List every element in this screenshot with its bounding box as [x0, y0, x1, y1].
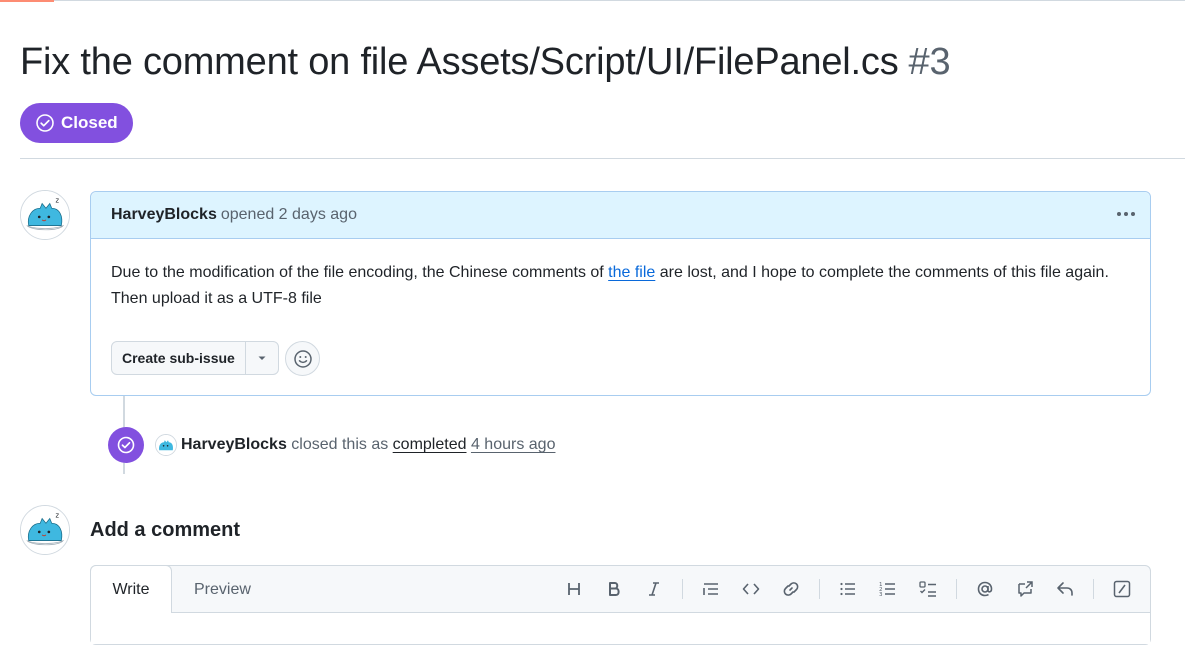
- current-user-avatar[interactable]: z: [20, 505, 70, 555]
- toolbar-separator: [956, 579, 957, 599]
- comment-header: HarveyBlocks opened 2 days ago: [91, 192, 1150, 239]
- list-unordered-icon: [840, 582, 855, 596]
- check-circle-icon: [117, 436, 135, 454]
- toolbar-separator: [682, 579, 683, 599]
- closed-event-badge: [108, 427, 144, 463]
- author-avatar[interactable]: z: [20, 190, 70, 240]
- event-action: closed this as: [286, 436, 393, 453]
- issue-state-label: Closed: [61, 113, 118, 132]
- comment-timestamp[interactable]: opened 2 days ago: [221, 206, 357, 224]
- reply-icon: [1057, 582, 1073, 596]
- toolbar-separator: [819, 579, 820, 599]
- issue-comment: HarveyBlocks opened 2 days ago Due to th…: [90, 191, 1151, 396]
- cat-avatar-icon: z: [21, 506, 69, 554]
- smiley-icon: [293, 349, 312, 368]
- heading-button[interactable]: [558, 573, 590, 605]
- top-border: [0, 0, 1185, 1]
- saved-reply-button[interactable]: [1049, 573, 1081, 605]
- task-list-button[interactable]: [912, 573, 944, 605]
- event-author-avatar[interactable]: [155, 434, 177, 456]
- check-circle-icon: [36, 114, 54, 132]
- kebab-menu-icon[interactable]: [1114, 204, 1138, 224]
- svg-text:z: z: [56, 197, 60, 205]
- link-button[interactable]: [775, 573, 807, 605]
- italic-button[interactable]: [638, 573, 670, 605]
- heading-icon: [568, 583, 580, 595]
- issue-state-badge: Closed: [20, 103, 133, 143]
- markdown-toolbar: 123: [554, 566, 1142, 612]
- issue-title: Fix the comment on file Assets/Script/UI…: [20, 36, 951, 88]
- tab-preview[interactable]: Preview: [194, 566, 251, 613]
- comment-author-link[interactable]: HarveyBlocks: [111, 206, 217, 224]
- issue-number: #3: [908, 41, 951, 83]
- cat-avatar-icon: z: [21, 191, 69, 239]
- tab-write[interactable]: Write: [90, 565, 172, 613]
- italic-icon: [649, 582, 659, 596]
- tasklist-icon: [919, 581, 936, 597]
- cross-reference-icon: [1018, 581, 1033, 597]
- slash-command-icon: [1113, 580, 1131, 598]
- ordered-list-button[interactable]: 123: [872, 573, 904, 605]
- svg-text:z: z: [56, 512, 60, 520]
- svg-text:3: 3: [879, 592, 883, 598]
- file-link[interactable]: the file: [608, 264, 655, 281]
- add-comment-heading: Add a comment: [90, 519, 241, 541]
- event-timestamp[interactable]: 4 hours ago: [471, 436, 556, 453]
- reference-button[interactable]: [1009, 573, 1041, 605]
- issue-title-text: Fix the comment on file Assets/Script/UI…: [20, 41, 899, 83]
- comment-editor: Write Preview 123: [90, 565, 1151, 645]
- link-icon: [783, 582, 799, 596]
- toolbar-separator: [1093, 579, 1094, 599]
- header-divider: [20, 158, 1185, 159]
- quote-button[interactable]: [695, 573, 727, 605]
- closed-event-text: HarveyBlocks closed this as completed 4 …: [181, 433, 555, 457]
- comment-textarea[interactable]: [91, 612, 1150, 644]
- comment-text-start: Due to the modification of the file enco…: [111, 264, 609, 281]
- add-reaction-button[interactable]: [285, 341, 320, 376]
- triangle-down-icon: [258, 356, 266, 360]
- mention-icon: [977, 581, 993, 597]
- create-sub-issue-split-button: Create sub-issue: [111, 341, 279, 375]
- slash-command-button[interactable]: [1106, 573, 1138, 605]
- code-icon: [742, 583, 760, 595]
- create-sub-issue-dropdown[interactable]: [246, 342, 278, 374]
- mention-button[interactable]: [969, 573, 1001, 605]
- quote-icon: [703, 583, 718, 595]
- code-button[interactable]: [735, 573, 767, 605]
- bold-button[interactable]: [598, 573, 630, 605]
- comment-body: Due to the modification of the file enco…: [111, 260, 1136, 312]
- list-ordered-icon: 123: [879, 582, 895, 598]
- create-sub-issue-button[interactable]: Create sub-issue: [112, 342, 246, 374]
- completed-link[interactable]: completed: [393, 436, 467, 453]
- active-tab-underline: [0, 0, 54, 2]
- event-author-link[interactable]: HarveyBlocks: [181, 436, 287, 453]
- unordered-list-button[interactable]: [832, 573, 864, 605]
- bold-icon: [609, 582, 620, 596]
- cat-avatar-icon: [156, 435, 176, 455]
